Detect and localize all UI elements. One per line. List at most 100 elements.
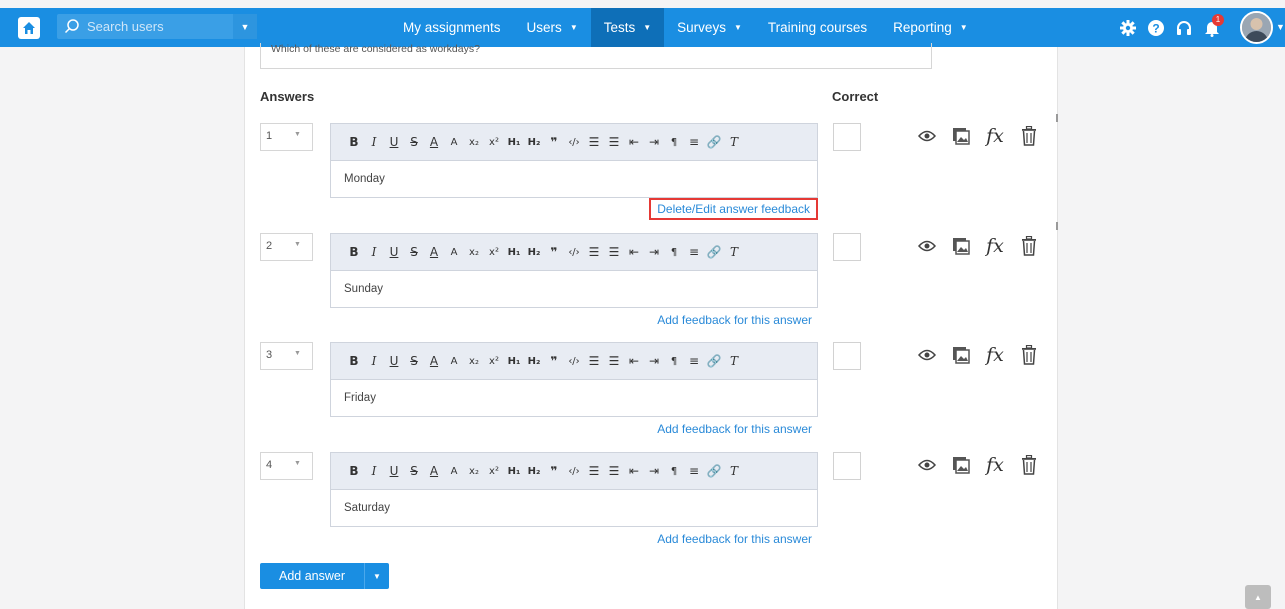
delete-answer-button[interactable] (1019, 344, 1039, 366)
answer-order-select[interactable]: 2 ▼ (260, 233, 313, 261)
clear-format-button[interactable]: T (724, 242, 744, 262)
nav-tests[interactable]: Tests ▼ (590, 8, 665, 47)
formula-button[interactable]: fx (985, 344, 1005, 366)
code-button[interactable]: ‹/› (564, 242, 584, 262)
align-button[interactable]: ≡ (684, 242, 704, 262)
link-button[interactable]: 🔗 (704, 351, 724, 371)
outdent-button[interactable]: ⇤ (624, 351, 644, 371)
image-button[interactable] (951, 344, 971, 366)
underline-button[interactable]: U (384, 461, 404, 481)
preview-button[interactable] (917, 235, 937, 257)
superscript-button[interactable]: x² (484, 132, 504, 152)
bullet-list-button[interactable]: ☰ (604, 242, 624, 262)
chevron-down-icon[interactable]: ▼ (364, 563, 389, 589)
bold-button[interactable]: B (344, 351, 364, 371)
ordered-list-button[interactable]: ☰ (584, 351, 604, 371)
superscript-button[interactable]: x² (484, 461, 504, 481)
heading2-button[interactable]: H₂ (524, 351, 544, 371)
image-button[interactable] (951, 235, 971, 257)
blockquote-button[interactable]: ❞ (544, 242, 564, 262)
correct-answer-checkbox[interactable] (833, 452, 861, 480)
text-color-button[interactable]: A (424, 132, 444, 152)
answer-feedback-link[interactable]: Delete/Edit answer feedback (649, 198, 818, 220)
code-button[interactable]: ‹/› (564, 461, 584, 481)
subscript-button[interactable]: x₂ (464, 132, 484, 152)
subscript-button[interactable]: x₂ (464, 242, 484, 262)
code-button[interactable]: ‹/› (564, 351, 584, 371)
italic-button[interactable]: I (364, 132, 384, 152)
subscript-button[interactable]: x₂ (464, 461, 484, 481)
delete-answer-button[interactable] (1019, 454, 1039, 476)
nav-training-courses[interactable]: Training courses (755, 8, 880, 47)
indent-button[interactable]: ⇥ (644, 461, 664, 481)
align-button[interactable]: ≡ (684, 132, 704, 152)
avatar[interactable] (1240, 11, 1273, 44)
answer-text-input[interactable]: Monday (331, 161, 817, 185)
clear-format-button[interactable]: T (724, 461, 744, 481)
strikethrough-button[interactable]: S (404, 242, 424, 262)
underline-button[interactable]: U (384, 351, 404, 371)
bullet-list-button[interactable]: ☰ (604, 461, 624, 481)
bold-button[interactable]: B (344, 242, 364, 262)
code-button[interactable]: ‹/› (564, 132, 584, 152)
answer-feedback-link[interactable]: Add feedback for this answer (651, 311, 818, 329)
delete-answer-button[interactable] (1019, 125, 1039, 147)
clear-format-button[interactable]: T (724, 132, 744, 152)
link-button[interactable]: 🔗 (704, 242, 724, 262)
answer-order-select[interactable]: 1 ▼ (260, 123, 313, 151)
indent-button[interactable]: ⇥ (644, 351, 664, 371)
formula-button[interactable]: fx (985, 125, 1005, 147)
bold-button[interactable]: B (344, 132, 364, 152)
italic-button[interactable]: I (364, 351, 384, 371)
highlight-button[interactable]: A (444, 132, 464, 152)
preview-button[interactable] (917, 454, 937, 476)
superscript-button[interactable]: x² (484, 351, 504, 371)
answer-text-input[interactable]: Friday (331, 380, 817, 404)
correct-answer-checkbox[interactable] (833, 233, 861, 261)
answer-order-select[interactable]: 3 ▼ (260, 342, 313, 370)
outdent-button[interactable]: ⇤ (624, 132, 644, 152)
link-button[interactable]: 🔗 (704, 132, 724, 152)
answer-text-input[interactable]: Saturday (331, 490, 817, 514)
italic-button[interactable]: I (364, 461, 384, 481)
underline-button[interactable]: U (384, 132, 404, 152)
strikethrough-button[interactable]: S (404, 351, 424, 371)
indent-button[interactable]: ⇥ (644, 132, 664, 152)
ordered-list-button[interactable]: ☰ (584, 132, 604, 152)
text-color-button[interactable]: A (424, 351, 444, 371)
answer-text-input[interactable]: Sunday (331, 271, 817, 295)
settings-button[interactable] (1118, 18, 1138, 38)
ordered-list-button[interactable]: ☰ (584, 242, 604, 262)
ordered-list-button[interactable]: ☰ (584, 461, 604, 481)
heading1-button[interactable]: H₁ (504, 242, 524, 262)
superscript-button[interactable]: x² (484, 242, 504, 262)
correct-answer-checkbox[interactable] (833, 123, 861, 151)
highlight-button[interactable]: A (444, 461, 464, 481)
preview-button[interactable] (917, 344, 937, 366)
search-scope-dropdown[interactable]: ▼ (233, 14, 257, 39)
text-color-button[interactable]: A (424, 461, 444, 481)
heading2-button[interactable]: H₂ (524, 242, 544, 262)
heading1-button[interactable]: H₁ (504, 351, 524, 371)
answer-feedback-link[interactable]: Add feedback for this answer (651, 420, 818, 438)
delete-answer-button[interactable] (1019, 235, 1039, 257)
subscript-button[interactable]: x₂ (464, 351, 484, 371)
bullet-list-button[interactable]: ☰ (604, 351, 624, 371)
outdent-button[interactable]: ⇤ (624, 461, 644, 481)
formula-button[interactable]: fx (985, 454, 1005, 476)
blockquote-button[interactable]: ❞ (544, 351, 564, 371)
indent-button[interactable]: ⇥ (644, 242, 664, 262)
ltr-button[interactable]: ¶ (664, 242, 684, 262)
answer-feedback-link[interactable]: Add feedback for this answer (651, 530, 818, 548)
clear-format-button[interactable]: T (724, 351, 744, 371)
underline-button[interactable]: U (384, 242, 404, 262)
nav-surveys[interactable]: Surveys ▼ (664, 8, 755, 47)
notifications-button[interactable]: 1 (1202, 13, 1224, 38)
answer-order-select[interactable]: 4 ▼ (260, 452, 313, 480)
ltr-button[interactable]: ¶ (664, 351, 684, 371)
ltr-button[interactable]: ¶ (664, 132, 684, 152)
home-button[interactable] (18, 17, 40, 39)
image-button[interactable] (951, 454, 971, 476)
question-text-field[interactable]: Which of these are considered as workday… (260, 43, 932, 69)
search-input[interactable] (87, 17, 217, 35)
